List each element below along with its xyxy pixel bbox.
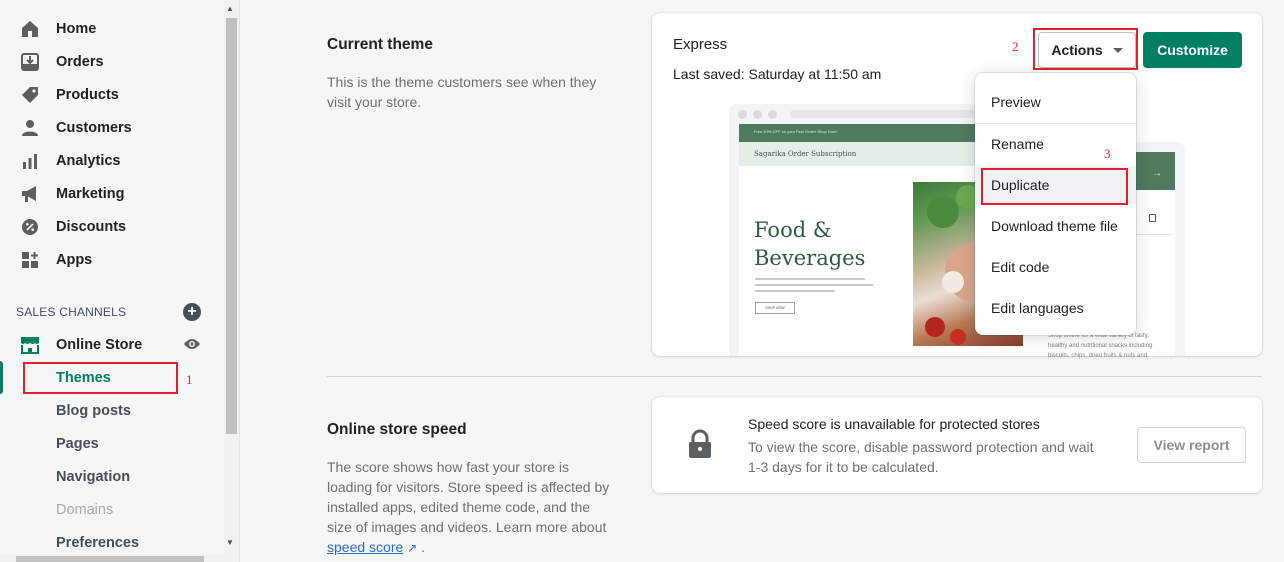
speed-description-end: . — [421, 539, 426, 555]
mobile-preview-text: Shop online for a wide variety of tasty,… — [1048, 333, 1153, 359]
nav-orders[interactable]: Orders — [0, 45, 224, 78]
external-link-icon[interactable]: ↗ — [407, 541, 417, 555]
preview-brand: Sagarika Order Subscription — [754, 150, 857, 158]
eye-icon[interactable] — [183, 337, 201, 356]
last-saved-text: Last saved: Saturday at 11:50 am — [673, 66, 882, 82]
home-icon — [20, 19, 40, 39]
speed-score-link[interactable]: speed score — [327, 539, 403, 555]
lock-icon — [684, 428, 716, 465]
nav-home[interactable]: Home — [0, 12, 224, 45]
nav-label: Discounts — [56, 218, 127, 235]
nav-label: Online Store — [56, 336, 143, 353]
theme-name: Express — [673, 36, 728, 53]
horizontal-scroll-thumb[interactable] — [16, 556, 204, 562]
preview-text-line — [755, 278, 865, 280]
sidebar-scroll-thumb[interactable] — [226, 18, 237, 434]
store-icon — [20, 335, 40, 355]
cart-icon — [1149, 214, 1156, 222]
view-report-button[interactable]: View report — [1137, 427, 1246, 463]
current-theme-description: This is the theme customers see when the… — [327, 74, 597, 110]
preview-shop-button: SHOP NOW — [755, 302, 795, 314]
preview-text-line — [755, 290, 835, 292]
menu-item-edit-languages[interactable]: Edit languages — [975, 289, 1136, 327]
window-dot — [768, 110, 777, 119]
menu-divider — [975, 123, 1136, 124]
preview-headline: Food & Beverages — [754, 216, 865, 272]
speed-description: The score shows how fast your store is l… — [327, 457, 617, 558]
sidebar: Home Orders Products Customers Analytics… — [0, 0, 224, 562]
annotation-number: 3 — [1104, 146, 1111, 161]
nav-label: Customers — [56, 119, 132, 136]
person-icon — [20, 118, 40, 138]
nav-products[interactable]: Products — [0, 78, 224, 111]
arrow-right-icon: → — [1152, 168, 1162, 179]
nav-pages[interactable]: Pages — [0, 427, 224, 460]
preview-headline-line: Food & — [754, 218, 832, 242]
nav-marketing[interactable]: Marketing — [0, 177, 224, 210]
apps-icon — [20, 250, 40, 270]
orders-icon — [20, 52, 40, 72]
nav-label: Marketing — [56, 185, 125, 202]
tag-icon — [20, 85, 40, 105]
nav-label: Home — [56, 20, 97, 37]
speed-card-heading: Speed score is unavailable for protected… — [748, 416, 1040, 432]
menu-item-preview[interactable]: Preview — [975, 83, 1136, 121]
annotation-box-duplicate — [981, 168, 1128, 205]
nav-label: Analytics — [56, 152, 121, 169]
nav-blog-posts[interactable]: Blog posts — [0, 394, 224, 427]
speed-card-body: To view the score, disable password prot… — [748, 439, 1094, 475]
nav-sub-label: Pages — [56, 435, 99, 452]
nav-label: Apps — [56, 251, 93, 268]
annotation-number: 2 — [1012, 39, 1019, 54]
nav-navigation[interactable]: Navigation — [0, 460, 224, 493]
nav-label: Orders — [56, 53, 104, 70]
window-dot — [753, 110, 762, 119]
speed-description-text: The score shows how fast your store is l… — [327, 459, 610, 535]
bar-chart-icon — [20, 151, 40, 171]
nav-label: Products — [56, 86, 119, 103]
nav-customers[interactable]: Customers — [0, 111, 224, 144]
nav-discounts[interactable]: Discounts — [0, 210, 224, 243]
nav-domains: Domains — [0, 493, 224, 526]
nav-sub-label: Preferences — [56, 534, 140, 551]
megaphone-icon — [20, 184, 40, 204]
preview-announcement-text: Free 10% OFF on your First Order! Shop N… — [754, 129, 837, 134]
annotation-box-themes — [23, 362, 178, 394]
sales-channels-heading: SALES CHANNELS — [16, 305, 127, 319]
nav-apps[interactable]: Apps — [0, 243, 224, 276]
menu-item-download-theme-file[interactable]: Download theme file — [975, 207, 1136, 245]
nav-sub-label: Domains — [56, 501, 114, 518]
online-store-speed-title: Online store speed — [327, 421, 467, 438]
scroll-up-arrow-icon[interactable]: ▲ — [226, 4, 234, 13]
nav-sub-label: Blog posts — [56, 402, 131, 419]
discount-icon — [20, 217, 40, 237]
annotation-box-actions — [1033, 28, 1138, 70]
preview-headline-line: Beverages — [754, 246, 866, 270]
menu-item-rename[interactable]: Rename — [975, 125, 1136, 163]
menu-item-edit-code[interactable]: Edit code — [975, 248, 1136, 286]
nav-analytics[interactable]: Analytics — [0, 144, 224, 177]
window-dot — [738, 110, 747, 119]
customize-button[interactable]: Customize — [1143, 32, 1242, 68]
nav-sub-label: Navigation — [56, 468, 131, 485]
current-theme-title: Current theme — [327, 36, 433, 53]
section-divider — [327, 376, 1262, 377]
annotation-number: 1 — [186, 372, 193, 387]
add-sales-channel-plus-icon[interactable]: + — [183, 303, 201, 321]
preview-text-line — [755, 284, 873, 286]
scroll-down-arrow-icon[interactable]: ▼ — [226, 538, 234, 547]
